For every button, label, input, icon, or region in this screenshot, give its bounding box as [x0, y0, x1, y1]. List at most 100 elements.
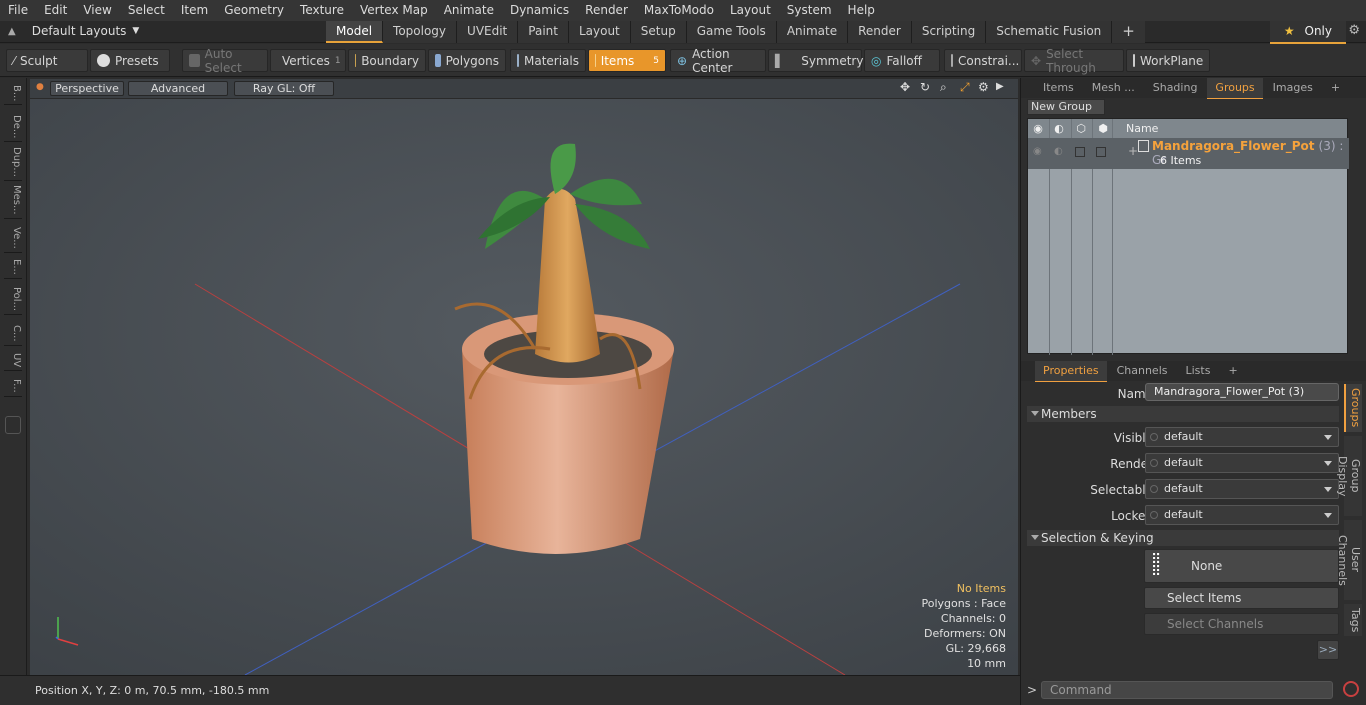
polygons-button[interactable]: Polygons: [428, 49, 506, 72]
visibility-eye-icon[interactable]: ◉: [1028, 122, 1048, 135]
move-view-icon[interactable]: ✥: [900, 80, 910, 94]
menu-view[interactable]: View: [75, 0, 119, 21]
render-dropdown[interactable]: default: [1145, 453, 1339, 473]
tab-uvedit[interactable]: UVEdit: [457, 21, 519, 43]
panel-tab-mesh[interactable]: Mesh ...: [1084, 78, 1143, 98]
tool-tab-uv[interactable]: UV: [4, 350, 22, 372]
advanced-button[interactable]: Advanced: [128, 81, 228, 96]
tool-tab-mesh[interactable]: Mes...: [4, 182, 22, 219]
tool-tab-fusion[interactable]: F...: [4, 376, 22, 397]
symmetry-button[interactable]: ▌ Symmetry: [768, 49, 863, 72]
workplane-button[interactable]: WorkPlane: [1126, 49, 1210, 72]
tab-scripting[interactable]: Scripting: [911, 21, 987, 43]
tab-layout[interactable]: Layout: [568, 21, 631, 43]
menu-edit[interactable]: Edit: [36, 0, 75, 21]
visible-dropdown[interactable]: default: [1145, 427, 1339, 447]
props-tab-channels[interactable]: Channels: [1109, 361, 1176, 381]
add-tab-button[interactable]: +: [1112, 21, 1145, 43]
menu-file[interactable]: File: [0, 0, 36, 21]
tool-tab-polygon[interactable]: Pol...: [4, 284, 22, 316]
menu-item[interactable]: Item: [173, 0, 216, 21]
locked-dropdown[interactable]: default: [1145, 505, 1339, 525]
row-render-icon[interactable]: ◐: [1054, 146, 1063, 157]
side-tab-user-channels[interactable]: User Channels: [1336, 520, 1362, 600]
members-section[interactable]: Members: [1027, 406, 1339, 422]
items-button[interactable]: Items 5: [588, 49, 666, 72]
side-tab-tags[interactable]: Tags: [1344, 604, 1362, 636]
tab-setup[interactable]: Setup: [630, 21, 687, 43]
only-toggle[interactable]: ★ Only: [1269, 21, 1346, 44]
settings-gear-icon[interactable]: ⚙: [1348, 23, 1360, 38]
add-props-tab-button[interactable]: +: [1220, 361, 1245, 381]
panel-tab-shading[interactable]: Shading: [1145, 78, 1206, 98]
panel-tab-images[interactable]: Images: [1265, 78, 1321, 98]
menu-vertex-map[interactable]: Vertex Map: [352, 0, 436, 21]
3d-viewport[interactable]: ● Perspective Advanced Ray GL: Off ✥ ↻ ⌕…: [30, 79, 1018, 675]
selectable-dropdown[interactable]: default: [1145, 479, 1339, 499]
menu-animate[interactable]: Animate: [436, 0, 502, 21]
menu-select[interactable]: Select: [120, 0, 173, 21]
vertices-button[interactable]: Vertices 1: [270, 49, 346, 72]
tool-tab-duplicate[interactable]: Dup...: [4, 144, 22, 181]
tab-render[interactable]: Render: [848, 21, 912, 43]
presets-button[interactable]: Presets: [90, 49, 170, 72]
tab-animate[interactable]: Animate: [776, 21, 849, 43]
menu-maxtomodo[interactable]: MaxToModo: [636, 0, 722, 21]
name-field[interactable]: Mandragora_Flower_Pot (3): [1145, 383, 1339, 401]
layout-selector[interactable]: ▲ Default Layouts ▼: [8, 24, 139, 38]
sculpt-button[interactable]: ⁄ Sculpt: [6, 49, 88, 72]
select-items-button[interactable]: Select Items: [1144, 587, 1339, 609]
selection-keying-section[interactable]: Selection & Keying: [1027, 530, 1339, 546]
materials-button[interactable]: Materials: [510, 49, 586, 72]
more-button[interactable]: >>: [1317, 640, 1339, 660]
command-input[interactable]: Command: [1041, 681, 1333, 699]
menu-render[interactable]: Render: [577, 0, 636, 21]
add-panel-tab-button[interactable]: +: [1323, 78, 1348, 98]
strip-toggle-button[interactable]: [5, 416, 21, 434]
lock-icon[interactable]: ⬢: [1092, 122, 1114, 135]
menu-dynamics[interactable]: Dynamics: [502, 0, 577, 21]
menu-system[interactable]: System: [779, 0, 840, 21]
menu-layout[interactable]: Layout: [722, 0, 779, 21]
panel-tab-items[interactable]: Items: [1035, 78, 1082, 98]
viewport-expand-arrow-icon[interactable]: ▶: [996, 81, 1004, 92]
record-icon[interactable]: [1343, 681, 1359, 697]
zoom-view-icon[interactable]: ⌕: [940, 80, 947, 95]
new-group-button[interactable]: New Group: [1027, 99, 1105, 115]
side-tab-groups[interactable]: Groups: [1344, 384, 1362, 432]
tool-tab-edge[interactable]: E...: [4, 256, 22, 279]
tool-tab-deform[interactable]: De...: [4, 112, 22, 143]
row-select-checkbox[interactable]: [1075, 147, 1085, 157]
raygl-button[interactable]: Ray GL: Off: [234, 81, 334, 96]
tab-game-tools[interactable]: Game Tools: [686, 21, 777, 43]
render-icon[interactable]: ◐: [1048, 122, 1070, 135]
group-row[interactable]: ◉ ◐ + Mandragora_Flower_Pot (3) : Gr ... …: [1028, 138, 1349, 169]
tool-tab-vertex[interactable]: Ve...: [4, 224, 22, 253]
constraints-button[interactable]: Constrai...: [944, 49, 1022, 72]
tab-model[interactable]: Model: [326, 21, 384, 43]
auto-select-button[interactable]: Auto Select: [182, 47, 268, 75]
tab-topology[interactable]: Topology: [383, 21, 458, 43]
select-icon[interactable]: ⬡: [1070, 122, 1092, 135]
menu-help[interactable]: Help: [840, 0, 883, 21]
tool-tab-basic[interactable]: B...: [4, 82, 22, 106]
select-through-button[interactable]: ✥ Select Through: [1024, 47, 1124, 75]
maximize-view-icon[interactable]: ⤢: [960, 80, 970, 95]
expand-plus-icon[interactable]: +: [1128, 144, 1138, 158]
row-lock-checkbox[interactable]: [1096, 147, 1106, 157]
menu-geometry[interactable]: Geometry: [216, 0, 292, 21]
perspective-button[interactable]: Perspective: [50, 81, 124, 96]
props-tab-properties[interactable]: Properties: [1035, 360, 1107, 382]
props-tab-lists[interactable]: Lists: [1178, 361, 1219, 381]
boundary-button[interactable]: Boundary: [348, 49, 426, 72]
panel-tab-groups[interactable]: Groups: [1207, 77, 1263, 99]
up-arrow-icon[interactable]: ▲: [8, 26, 16, 37]
tool-tab-curve[interactable]: C...: [4, 322, 22, 346]
select-channels-button[interactable]: Select Channels: [1144, 613, 1339, 635]
menu-texture[interactable]: Texture: [292, 0, 352, 21]
viewport-settings-gear-icon[interactable]: ⚙: [978, 80, 989, 94]
none-button[interactable]: ⠿ ⠿ None: [1144, 549, 1339, 583]
row-eye-icon[interactable]: ◉: [1033, 146, 1042, 157]
action-center-button[interactable]: ⊕ Action Center: [670, 47, 766, 75]
side-tab-group-display[interactable]: Group Display: [1336, 436, 1362, 516]
